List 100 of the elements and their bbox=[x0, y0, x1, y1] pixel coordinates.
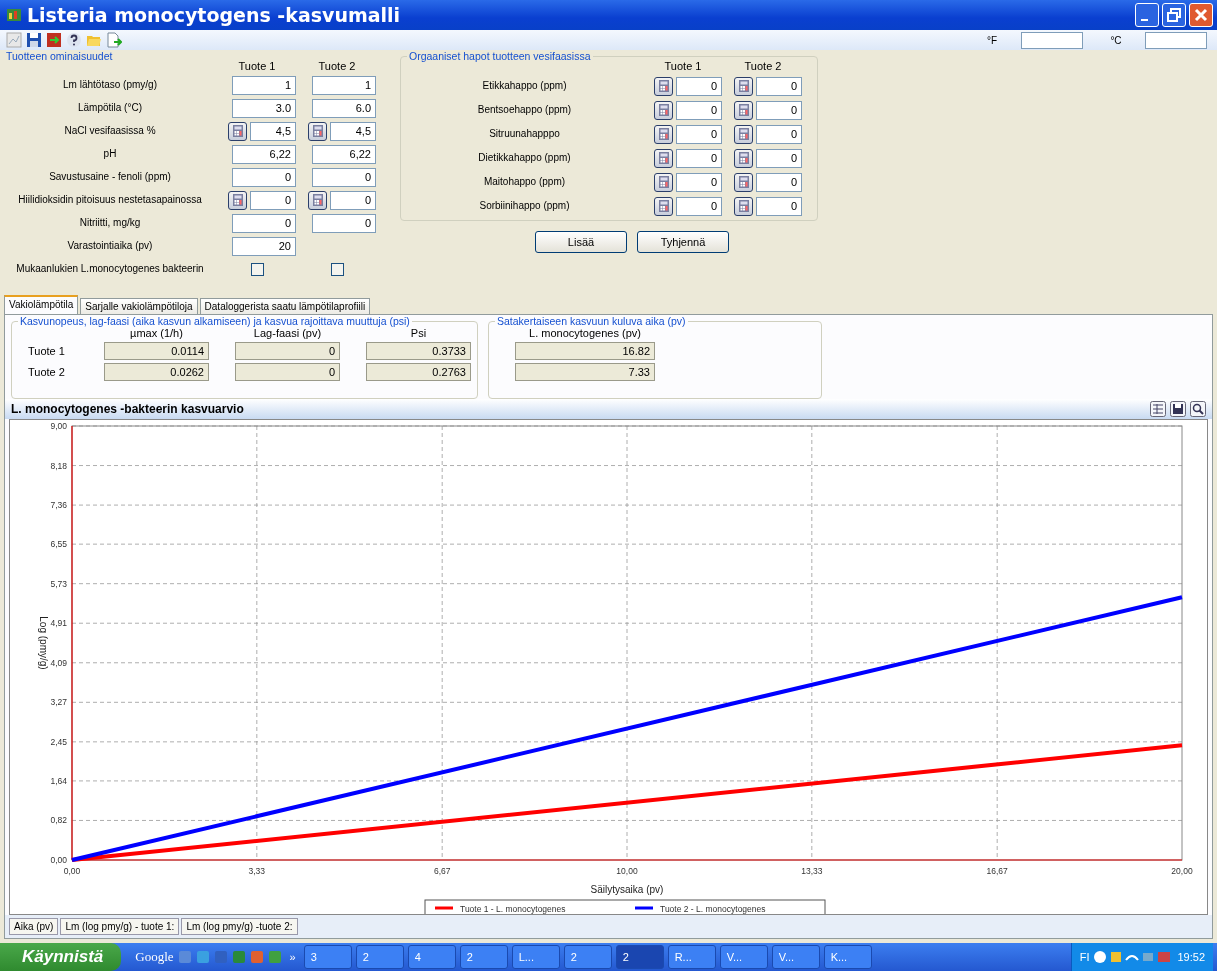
calculator-icon bbox=[738, 104, 749, 116]
group-title: Kasvunopeus, lag-faasi (aika kasvun alkamiseen) ja kasvua rajoittava muuttuja (psi) bbox=[19, 315, 411, 327]
input-field[interactable]: 6.0 bbox=[312, 98, 376, 118]
calculator-button[interactable] bbox=[734, 124, 753, 144]
calculator-button[interactable] bbox=[734, 196, 753, 216]
clock: 19:52 bbox=[1177, 951, 1205, 963]
input-field[interactable]: 0 bbox=[756, 196, 802, 216]
calculator-icon bbox=[658, 104, 669, 116]
input-field[interactable]: 20 bbox=[232, 236, 296, 256]
calculator-button[interactable] bbox=[734, 100, 753, 120]
checkbox[interactable] bbox=[330, 262, 344, 276]
input-field[interactable]: 0 bbox=[676, 196, 722, 216]
field-label: Savustusaine - fenoli (ppm) bbox=[48, 170, 172, 184]
close-button[interactable] bbox=[1189, 3, 1213, 27]
action-button[interactable]: Lisää bbox=[535, 231, 627, 253]
input-field[interactable]: 0 bbox=[232, 213, 296, 233]
x-tick-label: 16,67 bbox=[986, 866, 1008, 876]
input-field[interactable]: 0 bbox=[330, 190, 376, 210]
input-field[interactable]: 0 bbox=[312, 213, 376, 233]
more-button[interactable]: » bbox=[285, 951, 300, 963]
calculator-button[interactable] bbox=[308, 190, 327, 210]
input-field[interactable]: 4,5 bbox=[330, 121, 376, 141]
calculator-icon bbox=[312, 125, 323, 137]
input-field[interactable]: 1 bbox=[232, 75, 296, 95]
input-field[interactable]: 0 bbox=[676, 76, 722, 96]
calculator-icon bbox=[658, 152, 669, 164]
input-field[interactable]: 6,22 bbox=[232, 144, 296, 164]
save-icon[interactable] bbox=[1170, 401, 1186, 417]
input-field[interactable]: 0 bbox=[676, 100, 722, 120]
y-axis-title: Log (pmy/g) bbox=[38, 616, 49, 670]
taskbar-item[interactable]: 2 bbox=[355, 945, 404, 969]
field-label: Maitohappo (ppm) bbox=[482, 175, 567, 189]
field-label: Dietikkahappo (ppm) bbox=[477, 151, 572, 165]
save-icon[interactable] bbox=[26, 32, 42, 48]
tab[interactable]: Lm (log pmy/g) -tuote 2: bbox=[181, 918, 298, 935]
calculator-button[interactable] bbox=[654, 100, 673, 120]
field-label: Lämpötila (°C) bbox=[77, 101, 143, 115]
calculator-button[interactable] bbox=[654, 172, 673, 192]
input-field[interactable]: 0 bbox=[676, 172, 722, 192]
calculator-button[interactable] bbox=[308, 121, 327, 141]
column-header: Tuote 1 bbox=[237, 60, 277, 72]
taskbar-item[interactable]: V... bbox=[771, 945, 820, 969]
tab[interactable]: Aika (pv) bbox=[9, 918, 59, 935]
unit-field[interactable] bbox=[1145, 31, 1207, 49]
y-tick-label: 0,82 bbox=[50, 815, 67, 826]
calculator-button[interactable] bbox=[654, 124, 673, 144]
input-field[interactable]: 0 bbox=[676, 148, 722, 168]
taskbar-item[interactable]: K... bbox=[823, 945, 872, 969]
input-field[interactable]: 4,5 bbox=[250, 121, 296, 141]
calculator-button[interactable] bbox=[734, 172, 753, 192]
tab[interactable]: Sarjalle vakiolämpötiloja bbox=[80, 298, 198, 314]
taskbar-item[interactable]: 3 bbox=[303, 945, 352, 969]
taskbar-item[interactable]: 2 bbox=[563, 945, 612, 969]
calculator-button[interactable] bbox=[734, 148, 753, 168]
calculator-button[interactable] bbox=[654, 148, 673, 168]
tab[interactable]: Lm (log pmy/g) - tuote 1: bbox=[60, 918, 180, 935]
calculator-button[interactable] bbox=[734, 76, 753, 96]
taskbar-item[interactable]: 2 bbox=[615, 945, 664, 969]
input-field[interactable]: 0 bbox=[756, 100, 802, 120]
input-field[interactable]: 6,22 bbox=[312, 144, 376, 164]
tab[interactable]: Dataloggerista saatu lämpötilaprofiili bbox=[199, 298, 371, 314]
help-icon[interactable] bbox=[66, 32, 82, 48]
input-field[interactable]: 1 bbox=[312, 75, 376, 95]
legend-label: Tuote 2 - L. monocytogenes bbox=[660, 903, 766, 914]
calculator-icon bbox=[738, 128, 749, 140]
calculator-button[interactable] bbox=[228, 121, 247, 141]
table-icon[interactable] bbox=[1150, 401, 1166, 417]
input-field[interactable]: 0 bbox=[232, 167, 296, 187]
y-tick-label: 2,45 bbox=[50, 736, 67, 747]
taskbar-item[interactable]: L... bbox=[511, 945, 560, 969]
column-header: Tuote 2 bbox=[317, 60, 357, 72]
export-icon[interactable] bbox=[46, 32, 62, 48]
input-field[interactable]: 0 bbox=[756, 172, 802, 192]
taskbar-item[interactable]: 2 bbox=[459, 945, 508, 969]
taskbar-item[interactable]: R... bbox=[667, 945, 716, 969]
unit-field[interactable] bbox=[1021, 31, 1083, 49]
taskbar-item[interactable]: V... bbox=[719, 945, 768, 969]
tab[interactable]: Vakiolämpötila bbox=[4, 295, 79, 314]
zoom-icon[interactable] bbox=[1190, 401, 1206, 417]
input-field[interactable]: 3.0 bbox=[232, 98, 296, 118]
language-indicator[interactable]: FI bbox=[1079, 951, 1090, 963]
calculator-button[interactable] bbox=[654, 196, 673, 216]
start-button[interactable]: Käynnistä bbox=[0, 943, 122, 971]
document-icon[interactable] bbox=[106, 32, 122, 48]
input-field[interactable]: 0 bbox=[756, 148, 802, 168]
calculator-button[interactable] bbox=[228, 190, 247, 210]
taskbar-item[interactable]: 4 bbox=[407, 945, 456, 969]
input-field[interactable]: 0 bbox=[250, 190, 296, 210]
calculator-button[interactable] bbox=[654, 76, 673, 96]
input-field[interactable]: 0 bbox=[756, 124, 802, 144]
x-axis-title: Säilytysaika (pv) bbox=[590, 884, 664, 895]
input-field[interactable]: 0 bbox=[756, 76, 802, 96]
input-field[interactable]: 0 bbox=[676, 124, 722, 144]
input-field[interactable]: 0 bbox=[312, 167, 376, 187]
calculator-icon bbox=[738, 200, 749, 212]
column-header: L. monocytogenes (pv) bbox=[528, 327, 642, 339]
checkbox[interactable] bbox=[250, 262, 264, 276]
minimize-button[interactable] bbox=[1135, 3, 1159, 27]
restore-button[interactable] bbox=[1162, 3, 1186, 27]
action-button[interactable]: Tyhjennä bbox=[637, 231, 729, 253]
